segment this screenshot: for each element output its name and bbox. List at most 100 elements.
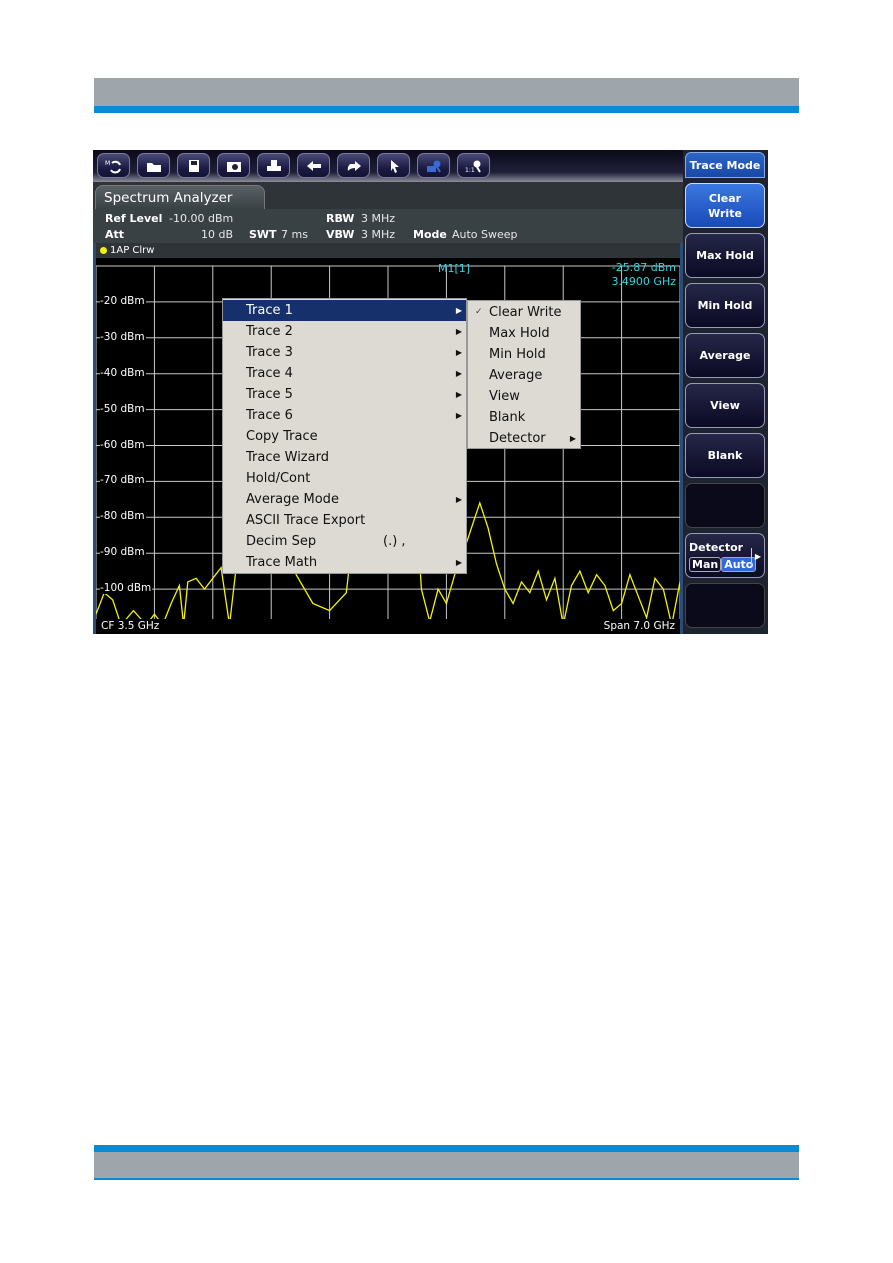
softkey-detector[interactable]: Detector Man Auto ▶ [685, 533, 765, 578]
tab-spectrum-analyzer[interactable]: Spectrum Analyzer [95, 185, 265, 209]
swt-value: 7 ms [281, 228, 308, 241]
submenu-item-blank[interactable]: Blank [468, 407, 580, 428]
submenu-arrow-icon: ▶ [455, 327, 462, 336]
y-tick-label: -90 dBm [100, 546, 146, 559]
submenu-item-view[interactable]: View [468, 386, 580, 407]
trace-color-dot [100, 246, 107, 254]
page-header-accent [94, 106, 799, 113]
marker-readout: -25.87 dBm 3.4900 GHz [611, 261, 676, 289]
diagram-footer: CF 3.5 GHz Span 7.0 GHz [96, 619, 680, 634]
submenu-item-label: Blank [489, 410, 526, 425]
camera-screenshot-icon [226, 161, 241, 172]
menu-item-label: Trace 6 [246, 408, 293, 423]
menu-item-ascii-export[interactable]: ASCII Trace Export [223, 510, 466, 531]
swt-label: SWT [249, 228, 277, 241]
zoom-mode-button[interactable] [417, 153, 450, 178]
menu-item-hold-cont[interactable]: Hold/Cont [223, 468, 466, 489]
submenu-item-label: Average [489, 368, 543, 383]
ref-level-value: -10.00 dBm [169, 212, 234, 225]
y-tick-label: -40 dBm [100, 366, 146, 379]
submenu-item-label: Detector [489, 431, 546, 446]
menu-item-average-mode[interactable]: Average Mode ▶ [223, 489, 466, 510]
submenu-arrow-icon: ▶ [455, 411, 462, 420]
softkey-label: Max Hold [696, 249, 754, 262]
trace-mode-submenu: ✓ Clear Write Max Hold Min Hold Average V… [467, 300, 581, 449]
y-tick-label: -30 dBm [100, 330, 146, 343]
menu-item-label: Copy Trace [246, 429, 318, 444]
trace-info: 1AP Clrw [96, 243, 680, 258]
detector-toggle[interactable]: Man Auto [689, 556, 757, 572]
svg-text:M: M [105, 160, 110, 167]
menu-item-trace-1[interactable]: Trace 1 ▶ [223, 300, 466, 321]
softkey-empty-2 [685, 583, 765, 628]
page-header-bar [94, 78, 799, 106]
menu-item-copy-trace[interactable]: Copy Trace [223, 426, 466, 447]
menu-item-trace-math[interactable]: Trace Math ▶ [223, 552, 466, 573]
marker-name: M1[1] [438, 262, 471, 275]
marker-level: -25.87 dBm [611, 261, 676, 274]
settings-info-bar: Ref Level -10.00 dBm Att 10 dB SWT 7 ms … [93, 209, 683, 243]
y-tick-label: -50 dBm [100, 402, 146, 415]
menu-item-trace-wizard[interactable]: Trace Wizard [223, 447, 466, 468]
softkey-label: Average [699, 349, 751, 362]
submenu-item-label: View [489, 389, 520, 404]
menu-item-label: Trace Math [246, 555, 318, 570]
submenu-arrow-icon: ▶ [455, 369, 462, 378]
marker-frequency: 3.4900 GHz [611, 275, 676, 288]
submenu-item-min-hold[interactable]: Min Hold [468, 344, 580, 365]
softkey-clear-write[interactable]: Clear Write [685, 183, 765, 228]
undo-button[interactable] [297, 153, 330, 178]
trace-label: 1AP Clrw [110, 245, 155, 256]
softkey-view[interactable]: View [685, 383, 765, 428]
att-value: 10 dB [201, 228, 234, 241]
open-button[interactable] [137, 153, 170, 178]
menu-item-trace-3[interactable]: Trace 3 ▶ [223, 342, 466, 363]
trace-context-menu: Trace 1 ▶ Trace 2 ▶ Trace 3 ▶ Trace 4 ▶ Trac… [222, 298, 467, 574]
menu-item-trace-2[interactable]: Trace 2 ▶ [223, 321, 466, 342]
span-value: Span 7.0 GHz [603, 620, 675, 632]
submenu-arrow-icon: ▶ [455, 495, 462, 504]
menu-item-label: Trace Wizard [246, 450, 329, 465]
screenshot-button[interactable] [217, 153, 250, 178]
submenu-item-detector[interactable]: Detector ▶ [468, 428, 580, 449]
mode-switch-icon: M [105, 160, 121, 173]
vbw-label: VBW [326, 228, 355, 241]
submenu-arrow-icon: ▶ [455, 348, 462, 357]
save-disk-icon [188, 159, 199, 172]
detector-option-man[interactable]: Man [689, 556, 722, 572]
y-tick-label: -60 dBm [100, 438, 146, 451]
save-button[interactable] [177, 153, 210, 178]
pointer-button[interactable] [377, 153, 410, 178]
softkey-label: Blank [707, 449, 743, 462]
page-footer-bar [94, 1152, 799, 1180]
zoom-reset-button[interactable]: 1:1 [457, 153, 490, 178]
mode-switch-button[interactable]: M [97, 153, 130, 178]
submenu-arrow-icon: ▶ [569, 434, 576, 443]
submenu-item-clear-write[interactable]: ✓ Clear Write [468, 302, 580, 323]
center-frequency: CF 3.5 GHz [101, 620, 160, 632]
menu-item-decim-sep[interactable]: Decim Sep (.) , [223, 531, 466, 552]
submenu-item-label: Min Hold [489, 347, 546, 362]
softkey-label: View [710, 399, 740, 412]
softkey-average[interactable]: Average [685, 333, 765, 378]
menu-item-trace-5[interactable]: Trace 5 ▶ [223, 384, 466, 405]
tab-bar: Spectrum Analyzer [93, 182, 683, 211]
decim-sep-options: (.) , [383, 534, 406, 549]
softkey-max-hold[interactable]: Max Hold [685, 233, 765, 278]
submenu-item-label: Max Hold [489, 326, 550, 341]
mode-value: Auto Sweep [452, 228, 518, 241]
submenu-arrow-icon: ▶ [750, 548, 761, 566]
menu-item-trace-4[interactable]: Trace 4 ▶ [223, 363, 466, 384]
softkey-blank[interactable]: Blank [685, 433, 765, 478]
submenu-item-label: Clear Write [489, 305, 562, 320]
print-button[interactable] [257, 153, 290, 178]
submenu-arrow-icon: ▶ [455, 306, 462, 315]
submenu-item-max-hold[interactable]: Max Hold [468, 323, 580, 344]
menu-item-label: Trace 5 [246, 387, 293, 402]
softkey-min-hold[interactable]: Min Hold [685, 283, 765, 328]
menu-item-trace-6[interactable]: Trace 6 ▶ [223, 405, 466, 426]
y-tick-label: -80 dBm [100, 510, 146, 523]
redo-button[interactable] [337, 153, 370, 178]
submenu-item-average[interactable]: Average [468, 365, 580, 386]
menu-item-label: ASCII Trace Export [246, 513, 366, 528]
